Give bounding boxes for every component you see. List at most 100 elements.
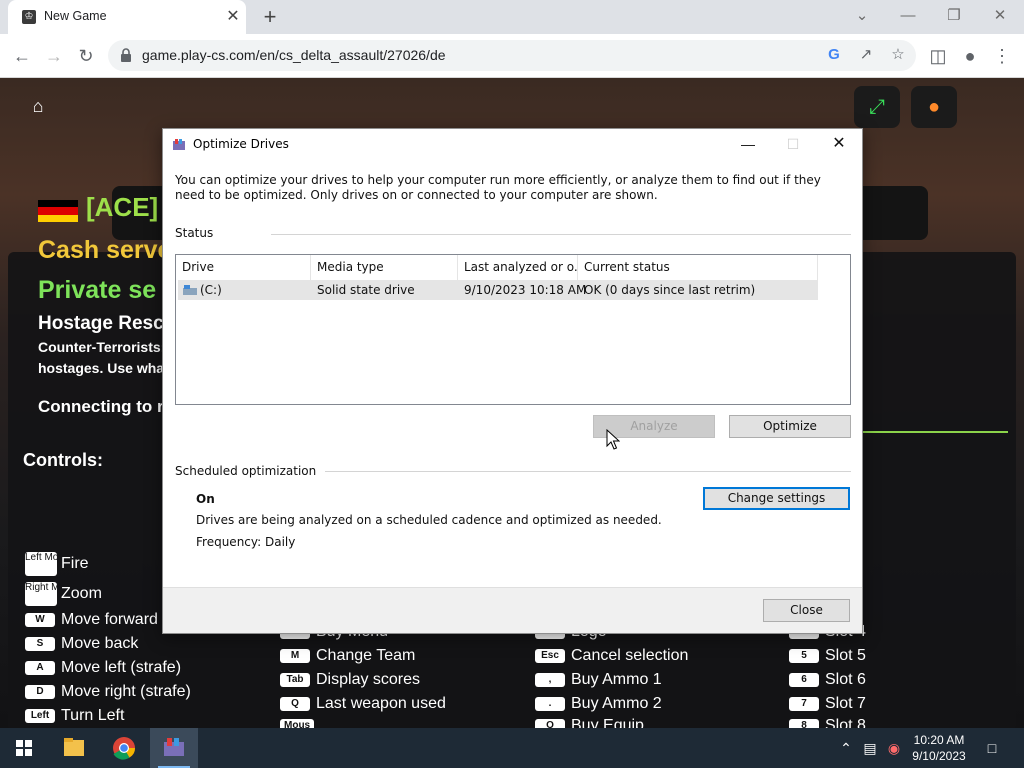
control-key: A — [25, 660, 55, 675]
drive-current-status: OK (0 days since last retrim) — [584, 283, 756, 297]
germany-flag-icon — [38, 200, 78, 222]
lock-icon — [121, 48, 131, 62]
scheduled-section-label: Scheduled optimization — [175, 464, 317, 478]
forward-icon[interactable]: → — [40, 42, 68, 70]
control-action: Move forward — [61, 611, 158, 628]
drive-row[interactable]: (C:) Solid state drive 9/10/2023 10:18 A… — [178, 280, 818, 300]
drive-icon — [183, 285, 197, 295]
column-header-last-analyzed[interactable]: Last analyzed or o... — [458, 255, 578, 280]
dialog-close-icon[interactable]: ✕ — [816, 131, 862, 157]
status-divider — [271, 234, 851, 235]
profile-icon[interactable]: ● — [956, 42, 984, 70]
tray-overflow-icon[interactable]: ⌃ — [836, 738, 856, 758]
file-explorer-button[interactable] — [50, 728, 98, 768]
control-item: . Buy Ammo 2 — [535, 695, 662, 713]
dialog-footer: Close — [163, 587, 862, 633]
fullscreen-icon[interactable]: ⤢ — [854, 86, 900, 128]
control-action: Turn Left — [61, 707, 125, 724]
control-action: Zoom — [61, 585, 102, 603]
control-item: , Buy Ammo 1 — [535, 671, 662, 689]
tab-close-icon[interactable]: ✕ — [224, 8, 242, 26]
new-tab-icon[interactable]: + — [258, 5, 282, 29]
control-key: 5 — [789, 648, 819, 663]
mode-description-line-1: Counter-Terrorists: — [38, 339, 166, 355]
notifications-icon[interactable]: □ — [982, 738, 1002, 758]
control-item: Left Turn Left — [25, 707, 124, 725]
control-key: Right Mouse — [25, 582, 57, 606]
control-action: Slot 5 — [825, 647, 866, 664]
controls-heading: Controls: — [23, 450, 103, 470]
column-header-media-type[interactable]: Media type — [311, 255, 458, 280]
mouse-cursor-icon — [606, 429, 620, 450]
control-item: Tab Display scores — [280, 671, 420, 689]
close-button[interactable]: Close — [763, 599, 850, 622]
control-item: 6 Slot 6 — [789, 671, 866, 689]
players-icon[interactable]: ● — [911, 86, 957, 128]
control-item: A Move left (strafe) — [25, 659, 181, 677]
drive-letter: (C:) — [200, 283, 222, 297]
window-close-icon[interactable]: ✕ — [978, 4, 1022, 28]
reload-icon[interactable]: ↻ — [72, 42, 100, 70]
control-key: . — [535, 696, 565, 711]
network-icon[interactable]: ▤ — [860, 738, 880, 758]
cash-server-label: Cash serve — [38, 236, 172, 264]
control-item: D Move right (strafe) — [25, 683, 191, 701]
volume-muted-icon[interactable]: ◉ — [884, 738, 904, 758]
control-action: Last weapon used — [316, 695, 446, 712]
windows-taskbar: ⌃ ▤ ◉ 10:20 AM 9/10/2023 □ — [0, 728, 1024, 768]
scheduled-state: On — [196, 492, 215, 506]
game-mode-title: Hostage Resc — [38, 313, 164, 334]
control-key: M — [280, 648, 310, 663]
scheduled-frequency: Frequency: Daily — [196, 535, 296, 549]
share-icon[interactable]: ↗ — [856, 45, 876, 65]
control-action: Change Team — [316, 647, 416, 664]
optimize-button[interactable]: Optimize — [729, 415, 851, 438]
defrag-app-icon — [173, 139, 185, 150]
tab-search-icon[interactable]: ⌄ — [840, 4, 884, 28]
control-item: 7 Slot 7 — [789, 695, 866, 713]
drive-last-analyzed: 9/10/2023 10:18 AM — [464, 283, 587, 297]
taskbar-clock[interactable]: 10:20 AM 9/10/2023 — [904, 732, 974, 764]
windows-logo-icon — [16, 740, 32, 756]
start-button[interactable] — [0, 728, 48, 768]
column-header-drive[interactable]: Drive — [176, 255, 311, 280]
control-action: Slot 7 — [825, 695, 866, 712]
address-bar[interactable]: game.play-cs.com/en/cs_delta_assault/270… — [108, 40, 916, 71]
restore-icon[interactable]: ❐ — [932, 4, 976, 28]
bookmark-star-icon[interactable]: ☆ — [888, 45, 908, 65]
drives-listview[interactable]: Drive Media type Last analyzed or o... C… — [175, 254, 851, 405]
control-action: Move left (strafe) — [61, 659, 182, 676]
connecting-status: Connecting to ro — [38, 397, 174, 416]
url-text: game.play-cs.com/en/cs_delta_assault/270… — [142, 47, 446, 63]
chrome-button[interactable] — [100, 728, 148, 768]
status-section-label: Status — [175, 226, 214, 240]
control-item: Left MouseFire — [25, 552, 89, 576]
menu-kebab-icon[interactable]: ⋮ — [988, 42, 1016, 70]
google-icon[interactable]: G — [824, 45, 844, 65]
browser-tab[interactable]: ♔ New Game ✕ — [8, 0, 246, 34]
control-key: Tab — [280, 672, 310, 687]
control-item: 5 Slot 5 — [789, 647, 866, 665]
clock-date: 9/10/2023 — [912, 749, 966, 763]
control-key: 6 — [789, 672, 819, 687]
dialog-intro-text: You can optimize your drives to help you… — [175, 173, 821, 202]
control-item: Esc Cancel selection — [535, 647, 688, 665]
optimize-drives-taskbar-button[interactable] — [150, 728, 198, 768]
minimize-icon[interactable]: — — [886, 4, 930, 28]
control-key: Q — [280, 696, 310, 711]
control-key: , — [535, 672, 565, 687]
control-item: Q Last weapon used — [280, 695, 446, 713]
column-header-current-status[interactable]: Current status — [578, 255, 818, 280]
dialog-minimize-icon[interactable]: — — [725, 131, 771, 157]
control-item: S Move back — [25, 635, 138, 653]
change-settings-button[interactable]: Change settings — [703, 487, 850, 510]
home-icon[interactable]: ⌂ — [22, 96, 54, 120]
control-action: Move right (strafe) — [61, 683, 191, 700]
side-panel-icon[interactable]: ◫ — [924, 42, 952, 70]
control-key: W — [25, 612, 55, 627]
cs-favicon-icon: ♔ — [22, 10, 36, 24]
back-icon[interactable]: ← — [8, 42, 36, 70]
control-key: Left — [25, 708, 55, 723]
mode-description-line-2: hostages. Use wha — [38, 360, 165, 376]
control-key: 7 — [789, 696, 819, 711]
